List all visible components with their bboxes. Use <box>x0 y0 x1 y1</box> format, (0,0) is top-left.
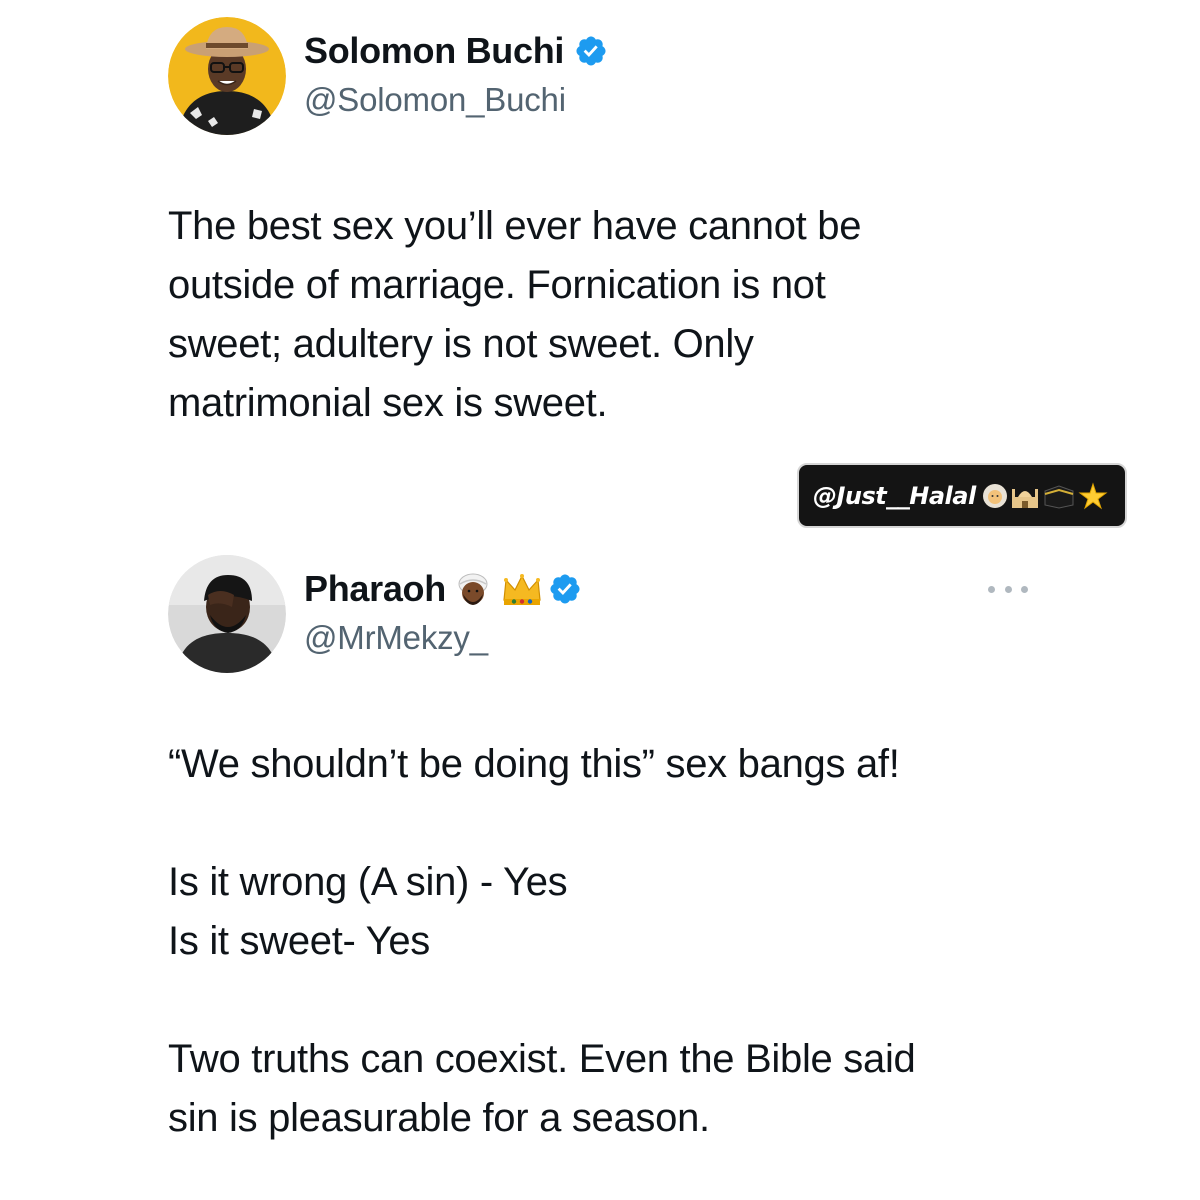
kaaba-icon <box>1044 484 1074 509</box>
man-with-turban-icon <box>454 570 492 608</box>
user-handle[interactable]: @Solomon_Buchi <box>304 81 608 119</box>
crown-icon <box>500 570 541 608</box>
dot <box>988 585 995 593</box>
avatar[interactable] <box>168 555 286 673</box>
tweet-text-line: The best sex you’ll ever have cannot be <box>168 204 862 248</box>
woman-with-headscarf-icon <box>982 483 1007 508</box>
user-handle[interactable]: @MrMekzy_ <box>304 619 582 657</box>
watermark-badge: @Just__Halal <box>797 463 1127 528</box>
tweet-text-line: outside of marriage. Fornication is not <box>168 263 826 307</box>
name-row: Pharaoh <box>304 567 582 611</box>
watermark-text: @Just__Halal <box>813 481 976 510</box>
tweet-text-line: “We shouldn’t be doing this” sex bangs a… <box>168 742 900 786</box>
more-options-icon[interactable] <box>988 581 1028 597</box>
mosque-icon <box>1011 488 1038 508</box>
sparkle-star-icon <box>1078 481 1108 509</box>
tweet-text-line: sin is pleasurable for a season. <box>168 1096 710 1140</box>
tweet-text-line: Two truths can coexist. Even the Bible s… <box>168 1037 916 1081</box>
dot <box>1004 585 1012 593</box>
display-name[interactable]: Solomon Buchi <box>304 30 564 72</box>
user-info: Pharaoh @MrMekzy_ <box>304 567 582 657</box>
verified-badge-icon <box>548 572 582 606</box>
watermark-emojis <box>982 481 1110 510</box>
user-info: Solomon Buchi @Solomon_Buchi <box>304 29 608 119</box>
tweet-text: “We shouldn’t be doing this” sex bangs a… <box>168 735 1028 1148</box>
dot <box>1021 585 1028 593</box>
avatar[interactable] <box>168 17 286 135</box>
tweet-text-line: Is it wrong (A sin) - Yes <box>168 860 568 904</box>
tweet-text-line: matrimonial sex is sweet. <box>168 381 608 425</box>
verified-badge-icon <box>574 34 608 68</box>
name-row: Solomon Buchi <box>304 29 608 73</box>
display-name[interactable]: Pharaoh <box>304 568 446 610</box>
tweet-text: The best sex you’ll ever have cannot be … <box>168 197 988 433</box>
tweet-text-line: sweet; adultery is not sweet. Only <box>168 322 754 366</box>
tweet-text-line: Is it sweet- Yes <box>168 919 430 963</box>
